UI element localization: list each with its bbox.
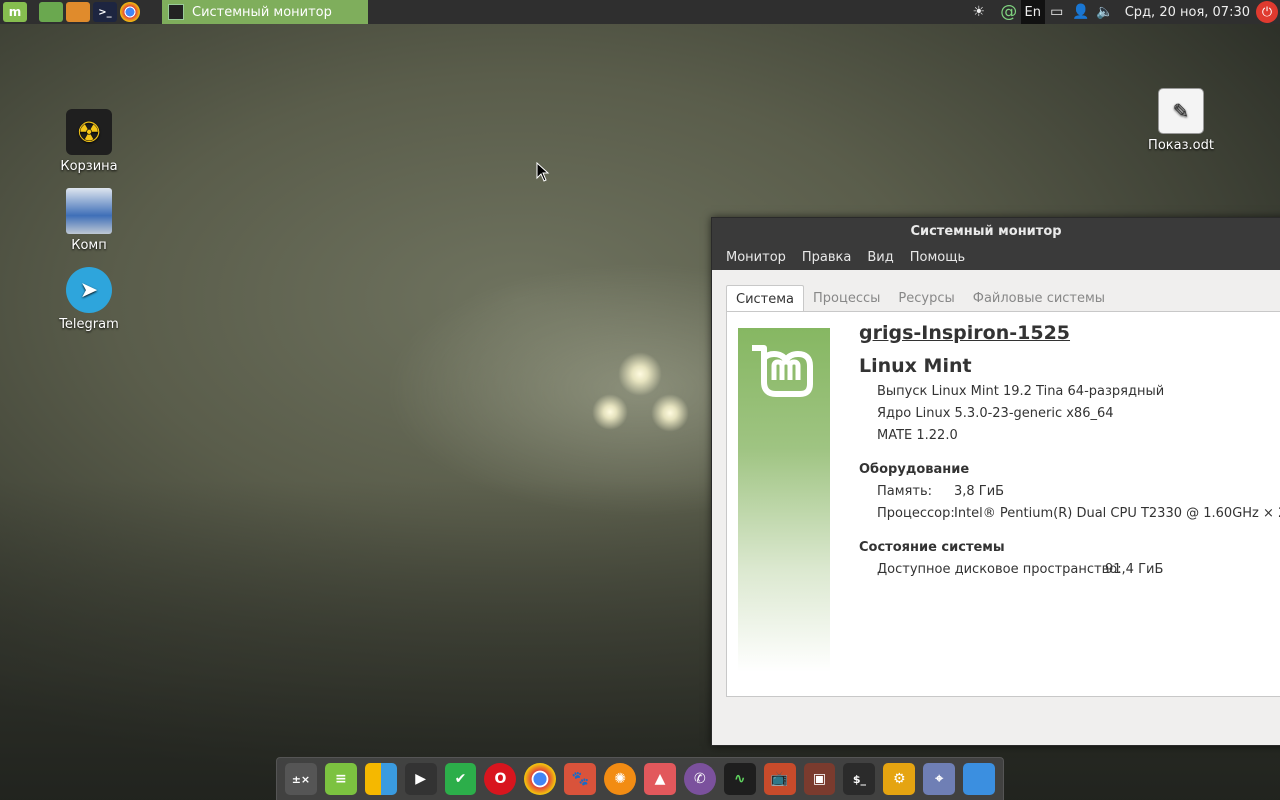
opera-icon[interactable]: O bbox=[484, 763, 517, 795]
files-icon[interactable] bbox=[39, 2, 63, 22]
brightness-icon[interactable]: ☀ bbox=[967, 0, 991, 24]
tab-resources[interactable]: Ресурсы bbox=[889, 285, 963, 312]
system-monitor-window: Системный монитор Монитор Правка Вид Пом… bbox=[711, 217, 1280, 746]
media-player-icon[interactable]: ▶ bbox=[404, 763, 437, 795]
text-editor-icon[interactable]: ≡ bbox=[324, 763, 357, 795]
terminal-icon[interactable]: >_ bbox=[93, 2, 117, 22]
menu-view[interactable]: Вид bbox=[859, 250, 901, 265]
system-monitor-icon bbox=[168, 4, 184, 20]
radio-icon[interactable]: ▣ bbox=[803, 763, 836, 795]
mouse-cursor bbox=[536, 162, 550, 182]
image-viewer-icon[interactable]: ▲ bbox=[644, 763, 676, 795]
release-info: Выпуск Linux Mint 19.2 Tina 64-разрядный bbox=[877, 384, 1165, 399]
tab-processes[interactable]: Процессы bbox=[804, 285, 889, 312]
tab-filesystems[interactable]: Файловые системы bbox=[964, 285, 1114, 312]
cpu-label: Процессор: bbox=[877, 506, 955, 521]
settings-icon[interactable]: ⚙ bbox=[883, 763, 916, 795]
top-panel: m >_ Системный монитор ☀ @ En ▭ 👤 🔈 Срд,… bbox=[0, 0, 1280, 24]
clock[interactable]: Срд, 20 ноя, 07:30 bbox=[1117, 5, 1256, 20]
hostname[interactable]: grigs-Inspiron-1525 bbox=[859, 322, 1070, 344]
wallpaper-light bbox=[618, 352, 662, 396]
tab-system[interactable]: Система bbox=[726, 285, 805, 312]
tab-bar: Система Процессы Ресурсы Файловые систем… bbox=[726, 285, 1114, 312]
volume-icon[interactable]: 🔈 bbox=[1093, 0, 1117, 24]
memory-label: Память: bbox=[877, 484, 932, 499]
tv-icon[interactable]: 📺 bbox=[763, 763, 796, 795]
trash-icon: ☢ bbox=[66, 109, 112, 155]
cpu-value: Intel® Pentium(R) Dual CPU T2330 @ 1.60G… bbox=[954, 506, 1280, 521]
taskbar-item-label: Системный монитор bbox=[192, 4, 332, 20]
desktop-icon-computer[interactable]: Комп bbox=[44, 188, 134, 253]
desktop-icon-label: Telegram bbox=[59, 317, 119, 332]
menu-edit[interactable]: Правка bbox=[794, 250, 859, 265]
memory-value: 3,8 ГиБ bbox=[954, 484, 1005, 499]
document-icon: ✎ bbox=[1158, 88, 1204, 134]
menu-help[interactable]: Помощь bbox=[902, 250, 973, 265]
mintinstall-icon[interactable] bbox=[364, 763, 397, 795]
terminal-icon[interactable]: $_ bbox=[843, 763, 876, 795]
desktop-icon-document[interactable]: ✎ Показ.odt bbox=[1136, 88, 1226, 153]
calculator-icon[interactable]: ±× bbox=[285, 763, 317, 795]
disk-space-label: Доступное дисковое пространство: bbox=[877, 562, 1122, 577]
dock: ±× ≡ ▶ ✔ O 🐾 ✺ ▲ ✆ ∿ 📺 ▣ $_ ⚙ ⌖ bbox=[276, 757, 1004, 800]
telegram-icon: ➤ bbox=[66, 267, 112, 313]
user-icon[interactable]: 👤 bbox=[1069, 0, 1093, 24]
system-monitor-icon[interactable]: ∿ bbox=[723, 763, 756, 795]
computer-icon bbox=[66, 188, 112, 234]
shield-icon[interactable]: ✔ bbox=[444, 763, 477, 795]
linux-mint-logo-icon bbox=[752, 345, 813, 397]
distro-name: Linux Mint bbox=[859, 355, 972, 377]
window-title[interactable]: Системный монитор bbox=[712, 218, 1280, 244]
notifications-icon[interactable]: ▭ bbox=[1045, 0, 1069, 24]
system-tray: ☀ @ En ▭ 👤 🔈 Срд, 20 ноя, 07:30 ⏻ bbox=[967, 0, 1280, 24]
distro-logo-panel bbox=[738, 328, 830, 672]
mint-menu-icon[interactable]: m bbox=[3, 2, 27, 22]
taskbar-item-system-monitor[interactable]: Системный монитор bbox=[162, 0, 368, 24]
desktop-icon-label: Комп bbox=[71, 238, 107, 253]
gimp-icon[interactable]: 🐾 bbox=[564, 763, 597, 795]
chrome-icon[interactable] bbox=[120, 2, 140, 22]
folder-icon[interactable] bbox=[963, 763, 996, 795]
xnview-icon[interactable]: ✺ bbox=[604, 763, 637, 795]
wallpaper-light bbox=[592, 394, 628, 430]
screenshot-icon[interactable]: ⌖ bbox=[923, 763, 956, 795]
kernel-info: Ядро Linux 5.3.0-23-generic x86_64 bbox=[877, 406, 1114, 421]
chrome-icon[interactable] bbox=[524, 763, 557, 795]
desktop-icon-label: Показ.odt bbox=[1148, 138, 1214, 153]
menu-monitor[interactable]: Монитор bbox=[718, 250, 794, 265]
menubar: Монитор Правка Вид Помощь bbox=[712, 244, 1280, 270]
desktop-icon-label: Корзина bbox=[60, 159, 118, 174]
viber-icon[interactable]: ✆ bbox=[683, 763, 716, 795]
hardware-heading: Оборудование bbox=[859, 462, 970, 477]
file-manager-icon[interactable] bbox=[66, 2, 90, 22]
desktop-icon-telegram[interactable]: ➤ Telegram bbox=[44, 267, 134, 332]
system-tab-panel: grigs-Inspiron-1525 Linux Mint Выпуск Li… bbox=[726, 311, 1280, 697]
wallpaper-light bbox=[651, 394, 689, 432]
desktop-icon-trash[interactable]: ☢ Корзина bbox=[44, 109, 134, 174]
disk-space-value: 91,4 ГиБ bbox=[1105, 562, 1164, 577]
power-icon[interactable]: ⏻ bbox=[1256, 1, 1278, 23]
mail-notifier-icon[interactable]: @ bbox=[997, 0, 1021, 24]
desktop-version-info: MATE 1.22.0 bbox=[877, 428, 958, 443]
keyboard-layout-indicator[interactable]: En bbox=[1020, 0, 1045, 24]
system-status-heading: Состояние системы bbox=[859, 540, 1005, 555]
